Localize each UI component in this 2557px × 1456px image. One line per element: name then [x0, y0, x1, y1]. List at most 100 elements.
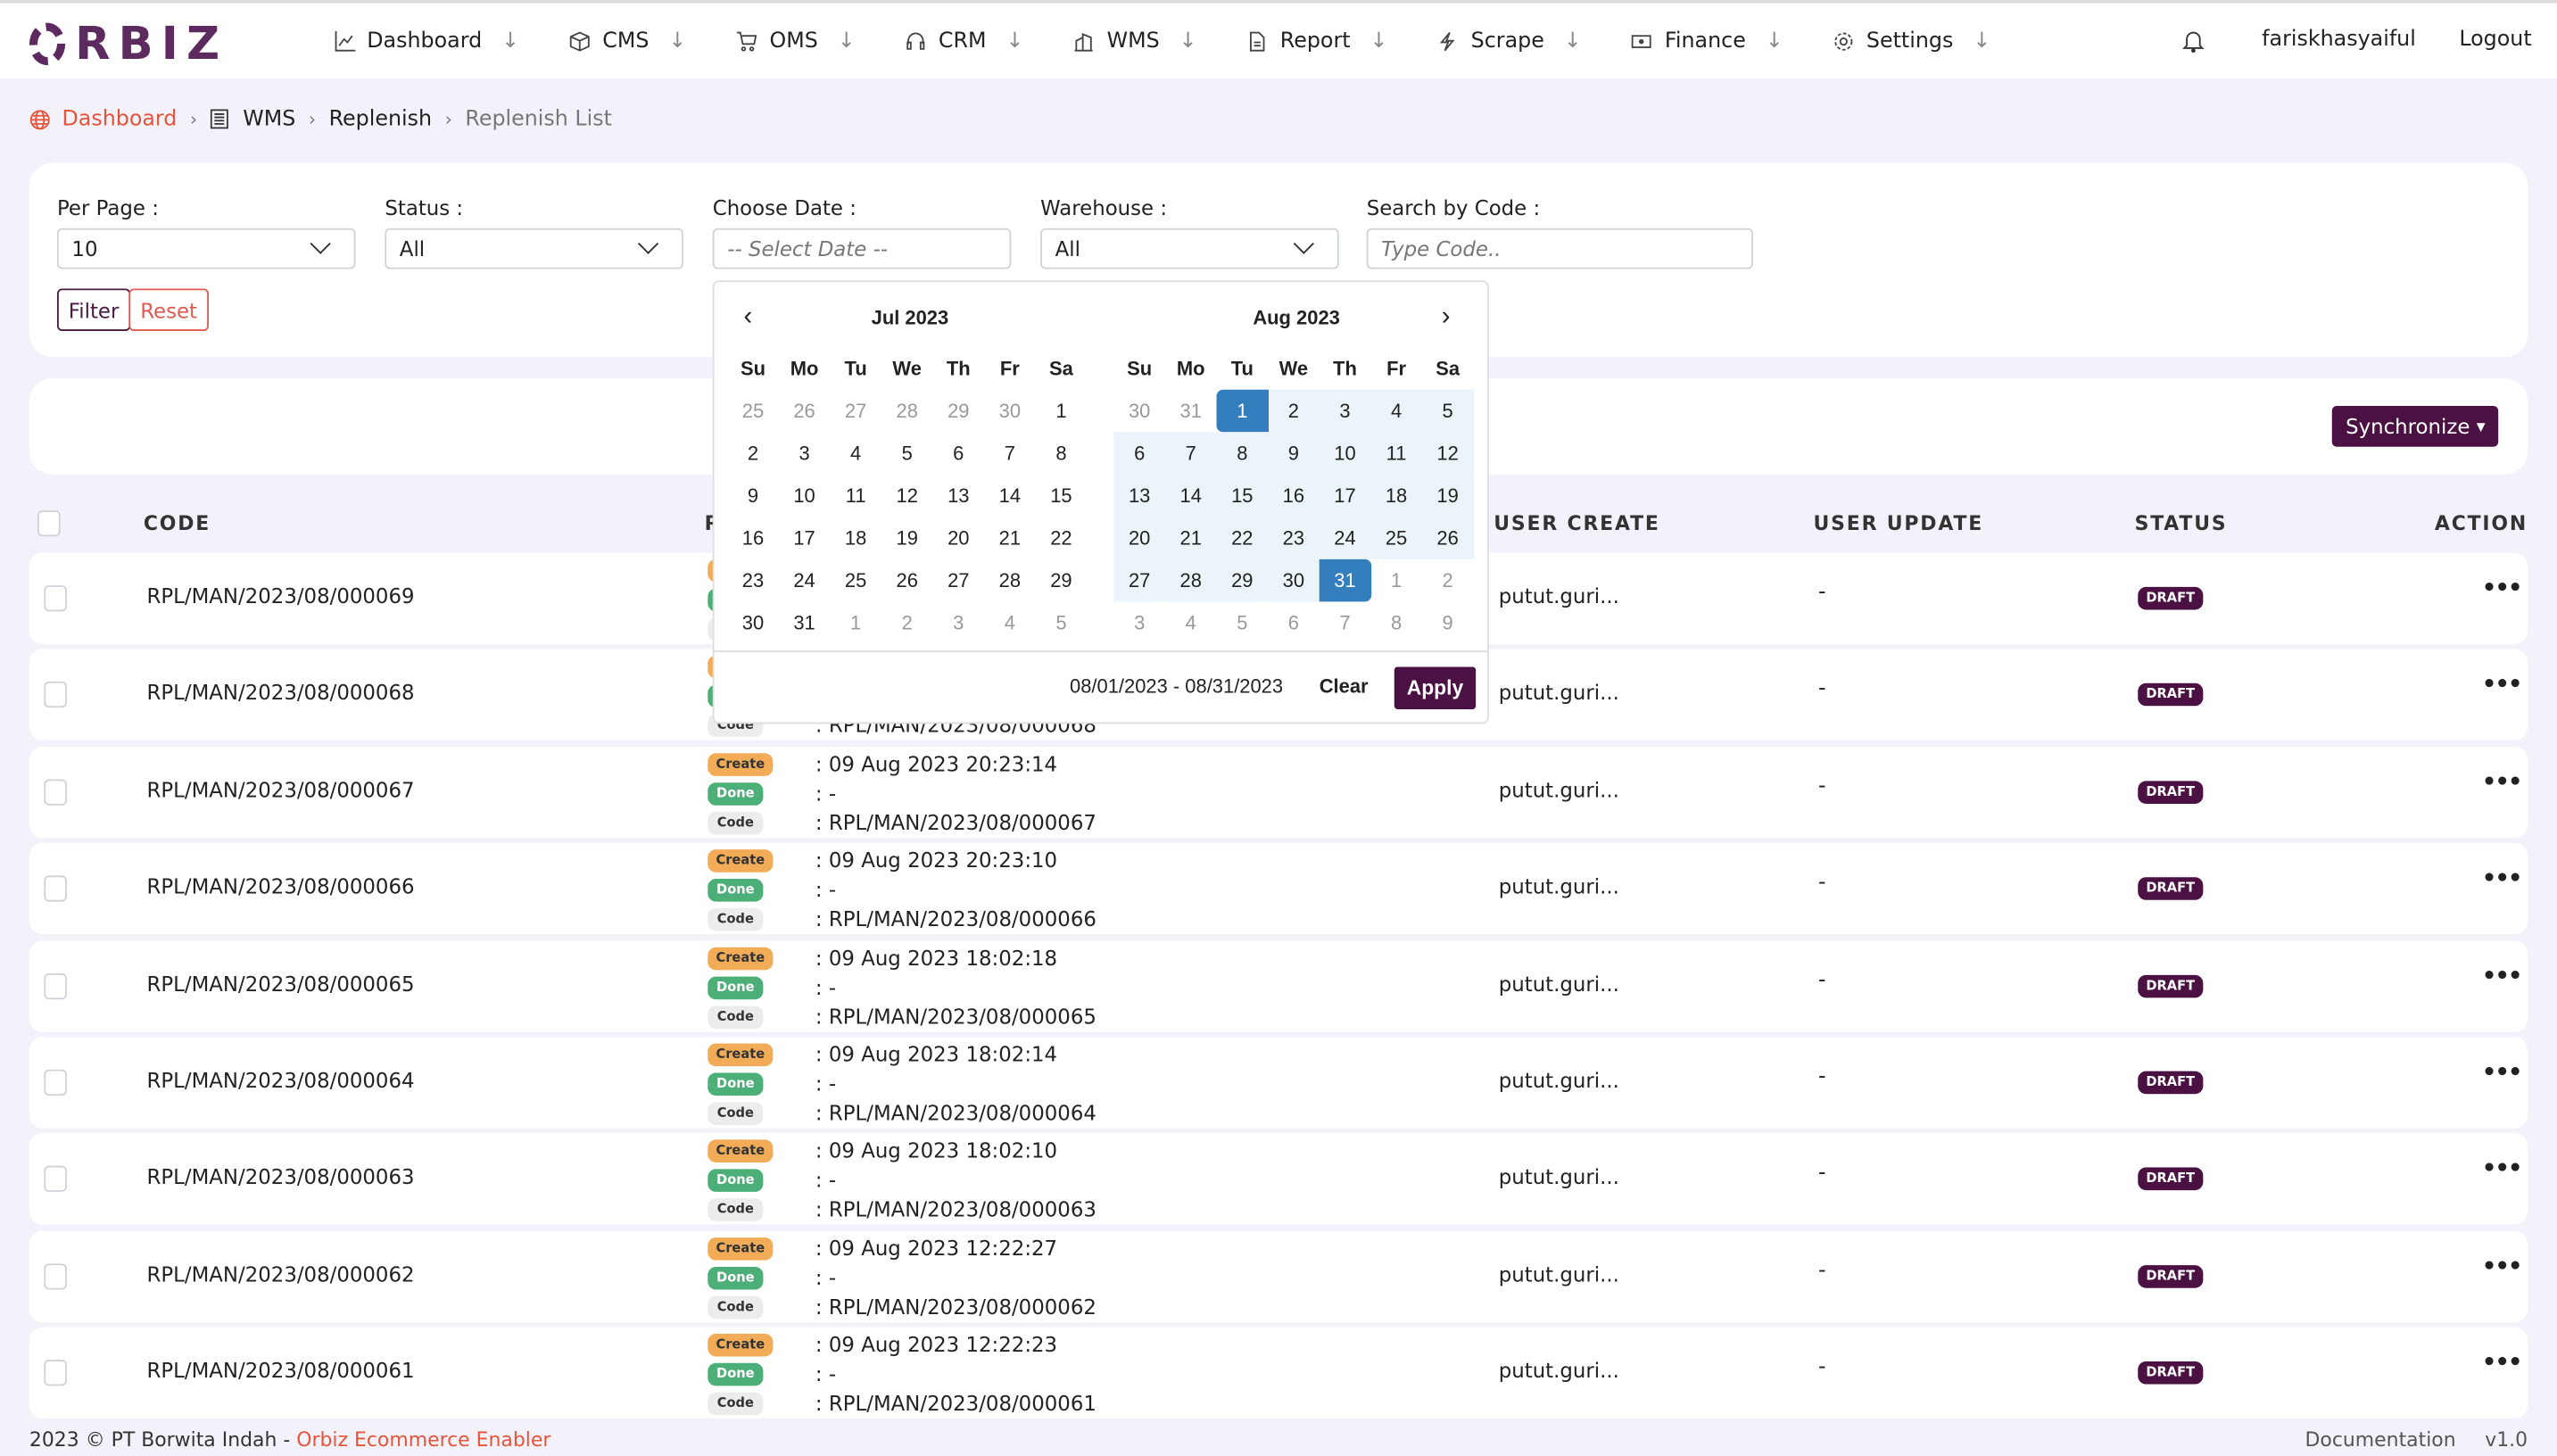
breadcrumb-wms[interactable]: WMS	[243, 108, 295, 132]
status-select[interactable]: All	[385, 228, 683, 269]
calendar-day[interactable]: 2	[1422, 559, 1474, 602]
calendar-day[interactable]: 12	[881, 475, 933, 517]
row-checkbox[interactable]	[44, 682, 67, 708]
more-actions-icon[interactable]: •••	[2482, 1351, 2522, 1377]
calendar-day[interactable]: 10	[779, 475, 831, 517]
table-row[interactable]: RPL/MAN/2023/08/000065 Create Done Code: 09…	[29, 939, 2528, 1032]
table-row[interactable]: RPL/MAN/2023/08/000061 Create Done Code: 09…	[29, 1327, 2528, 1419]
row-code[interactable]: RPL/MAN/2023/08/000067	[147, 777, 415, 801]
calendar-day[interactable]: 27	[933, 559, 985, 602]
calendar-day[interactable]: 31	[1165, 390, 1217, 433]
col-action[interactable]: ACTION	[2435, 512, 2528, 535]
calendar-day[interactable]: 2	[1268, 389, 1320, 433]
calendar-day[interactable]: 29	[933, 390, 985, 433]
date-input[interactable]: -- Select Date --	[712, 228, 1012, 269]
calendar-day[interactable]: 13	[1113, 474, 1165, 517]
row-checkbox[interactable]	[44, 875, 67, 902]
calendar-day[interactable]: 3	[779, 432, 831, 475]
table-row[interactable]: RPL/MAN/2023/08/000064 Create Done Code: 09…	[29, 1037, 2528, 1129]
filter-button[interactable]: Filter	[56, 288, 131, 331]
nav-wms[interactable]: WMS ↓	[1072, 29, 1197, 53]
calendar-day[interactable]: 3	[1319, 389, 1371, 433]
row-code[interactable]: RPL/MAN/2023/08/000066	[147, 874, 415, 898]
row-checkbox[interactable]	[44, 1069, 67, 1096]
calendar-day[interactable]: 20	[1113, 517, 1165, 559]
row-code[interactable]: RPL/MAN/2023/08/000061	[147, 1359, 415, 1383]
row-code[interactable]: RPL/MAN/2023/08/000069	[147, 583, 415, 608]
calendar-day[interactable]: 3	[933, 601, 985, 644]
nav-dashboard[interactable]: Dashboard ↓	[333, 29, 519, 53]
calendar-day[interactable]: 5	[1217, 601, 1269, 644]
row-code[interactable]: RPL/MAN/2023/08/000065	[147, 971, 415, 995]
calendar-day[interactable]: 7	[1320, 601, 1371, 644]
calendar-day[interactable]: 30	[984, 390, 1036, 433]
calendar-day[interactable]: 24	[779, 559, 831, 602]
calendar-day[interactable]: 6	[1268, 601, 1320, 644]
calendar-day[interactable]: 15	[1036, 475, 1088, 517]
calendar-day[interactable]: 19	[881, 517, 933, 559]
calendar-day[interactable]: 5	[881, 432, 933, 475]
reset-button[interactable]: Reset	[128, 288, 209, 331]
calendar-day[interactable]: 1	[1036, 390, 1088, 433]
calendar-day[interactable]: 16	[1268, 474, 1320, 517]
calendar-day[interactable]: 27	[830, 390, 881, 433]
table-row[interactable]: RPL/MAN/2023/08/000062 Create Done Code: 09…	[29, 1230, 2528, 1322]
calendar-day[interactable]: 26	[881, 559, 933, 602]
calendar-day[interactable]: 18	[830, 517, 881, 559]
calendar-day[interactable]: 11	[830, 475, 881, 517]
calendar-day[interactable]: 7	[984, 432, 1036, 475]
table-row[interactable]: RPL/MAN/2023/08/000067 Create Done Code: 09…	[29, 746, 2528, 838]
calendar-day[interactable]: 30	[727, 601, 779, 644]
calendar-day[interactable]: 31	[779, 601, 831, 644]
nav-settings[interactable]: Settings ↓	[1833, 29, 1990, 53]
nav-cms[interactable]: CMS ↓	[568, 29, 686, 53]
row-checkbox[interactable]	[44, 1360, 67, 1386]
calendar-day[interactable]: 4	[984, 601, 1036, 644]
calendar-day[interactable]: 8	[1036, 432, 1088, 475]
calendar-day[interactable]: 21	[1164, 517, 1217, 559]
row-checkbox[interactable]	[44, 779, 67, 806]
calendar-day[interactable]: 29	[1036, 559, 1088, 602]
calendar-day[interactable]: 23	[1268, 517, 1320, 559]
row-checkbox[interactable]	[44, 1262, 67, 1290]
search-code-input[interactable]: Type Code..	[1366, 228, 1753, 269]
calendar-day[interactable]: 8	[1216, 432, 1269, 475]
calendar-day[interactable]: 14	[984, 475, 1036, 517]
calendar-day[interactable]: 25	[1370, 517, 1422, 559]
table-row[interactable]: RPL/MAN/2023/08/000066 Create Done Code: 09…	[29, 843, 2528, 935]
nav-scrape[interactable]: Scrape ↓	[1436, 29, 1582, 53]
col-status[interactable]: STATUS	[2135, 512, 2228, 535]
calendar-day[interactable]: 26	[779, 390, 831, 433]
calendar-day[interactable]: 26	[1421, 517, 1474, 559]
calendar-day[interactable]: 25	[727, 390, 779, 433]
logout-link[interactable]: Logout	[2459, 28, 2531, 52]
row-checkbox[interactable]	[44, 1166, 67, 1193]
calendar-day[interactable]: 4	[1165, 601, 1217, 644]
breadcrumb-replenish[interactable]: Replenish	[329, 108, 432, 132]
calendar-day[interactable]: 17	[1319, 474, 1371, 517]
calendar-day[interactable]: 28	[1164, 558, 1217, 602]
nav-report[interactable]: Report ↓	[1245, 29, 1387, 53]
calendar-day[interactable]: 6	[1113, 432, 1165, 475]
calendar-day[interactable]: 19	[1421, 474, 1474, 517]
row-code[interactable]: RPL/MAN/2023/08/000064	[147, 1068, 415, 1092]
warehouse-select[interactable]: All	[1040, 228, 1339, 269]
row-code[interactable]: RPL/MAN/2023/08/000063	[147, 1165, 415, 1189]
calendar-day[interactable]: 10	[1319, 432, 1371, 475]
calendar-day[interactable]: 29	[1216, 558, 1269, 602]
table-row[interactable]: RPL/MAN/2023/08/000063 Create Done Code: 09…	[29, 1133, 2528, 1226]
calendar-day[interactable]: 27	[1113, 558, 1165, 602]
calendar-day[interactable]: 5	[1036, 601, 1088, 644]
apply-button[interactable]: Apply	[1394, 666, 1477, 709]
calendar-day[interactable]: 20	[933, 517, 985, 559]
select-all-checkbox[interactable]	[37, 510, 61, 537]
more-actions-icon[interactable]: •••	[2482, 866, 2522, 892]
breadcrumb-dashboard[interactable]: Dashboard	[62, 108, 177, 132]
calendar-day[interactable]: 1	[1216, 389, 1269, 433]
per-page-select[interactable]: 10	[56, 228, 356, 269]
calendar-day[interactable]: 22	[1036, 517, 1088, 559]
orbiz-logo[interactable]: RBIZ	[29, 16, 228, 70]
row-code[interactable]: RPL/MAN/2023/08/000062	[147, 1262, 415, 1286]
clear-button[interactable]: Clear	[1320, 675, 1369, 699]
synchronize-button[interactable]: Synchronize ▼	[2332, 406, 2499, 447]
